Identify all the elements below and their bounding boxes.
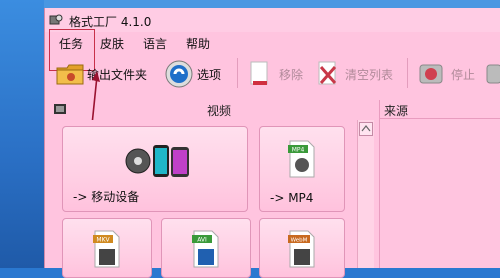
mkv-badge-text: MKV	[96, 237, 110, 244]
menu-skin[interactable]: 皮肤	[100, 35, 124, 52]
menu-language[interactable]: 语言	[143, 35, 167, 52]
toolbar-separator	[407, 58, 408, 88]
webm-badge-text: WebM	[291, 238, 308, 244]
app-icon	[49, 14, 63, 25]
remove-button[interactable]: 移除	[247, 54, 303, 94]
clear-list-icon	[318, 61, 337, 85]
remove-label: 移除	[279, 67, 304, 82]
chevron-up-icon	[361, 125, 371, 132]
clear-list-label: 清空列表	[345, 67, 394, 82]
start-button[interactable]	[485, 54, 500, 94]
options-icon	[165, 60, 193, 88]
tile-mp4-label: -> MP4	[270, 191, 314, 205]
menu-bar: 任务 皮肤 语言 帮助	[45, 32, 500, 52]
avi-file-icon: AVI	[192, 230, 219, 268]
app-window: 格式工厂 4.1.0 任务 皮肤 语言 帮助 输出文件夹 选项 移除 清空列表 …	[44, 8, 500, 278]
stop-label: 停止	[451, 67, 476, 82]
mobile-device-icon	[125, 145, 189, 177]
video-panel-title: 视频	[207, 104, 232, 118]
desktop-background	[0, 0, 44, 268]
clear-list-button[interactable]: 清空列表	[315, 54, 393, 94]
tile-webm[interactable]: WebM	[259, 218, 345, 278]
mp4-badge-text: MP4	[292, 147, 305, 154]
stop-icon	[419, 64, 443, 84]
toolbar: 输出文件夹 选项 移除 清空列表 停止	[45, 54, 500, 94]
mp4-file-icon: MP4	[288, 140, 315, 178]
desktop-strip	[44, 0, 500, 8]
toolbar-separator	[237, 58, 238, 88]
tile-avi[interactable]: AVI	[161, 218, 251, 278]
window-title: 格式工厂 4.1.0	[69, 15, 152, 29]
source-column-header[interactable]: 来源	[380, 100, 500, 119]
avi-badge-text: AVI	[197, 237, 207, 244]
start-icon	[486, 64, 500, 84]
menu-help[interactable]: 帮助	[186, 35, 210, 52]
tile-mp4[interactable]: MP4 -> MP4	[259, 126, 345, 212]
tile-mobile-device[interactable]: -> 移动设备	[62, 126, 248, 212]
options-button[interactable]: 选项	[163, 54, 221, 94]
remove-icon	[250, 61, 268, 85]
scroll-up-button[interactable]	[359, 122, 373, 136]
options-label: 选项	[197, 67, 222, 82]
stop-button[interactable]: 停止	[417, 54, 475, 94]
webm-file-icon: WebM	[288, 230, 315, 268]
film-icon	[54, 104, 66, 114]
source-column-label: 来源	[384, 104, 409, 118]
video-panel-header: 视频	[51, 100, 369, 120]
title-bar: 格式工厂 4.1.0	[45, 8, 500, 32]
source-list-panel: 来源	[379, 100, 500, 268]
format-grid-scrollbar[interactable]	[357, 120, 374, 268]
tile-mobile-device-label: -> 移动设备	[73, 190, 140, 204]
mkv-file-icon: MKV	[93, 230, 120, 268]
tile-mkv[interactable]: MKV	[62, 218, 152, 278]
